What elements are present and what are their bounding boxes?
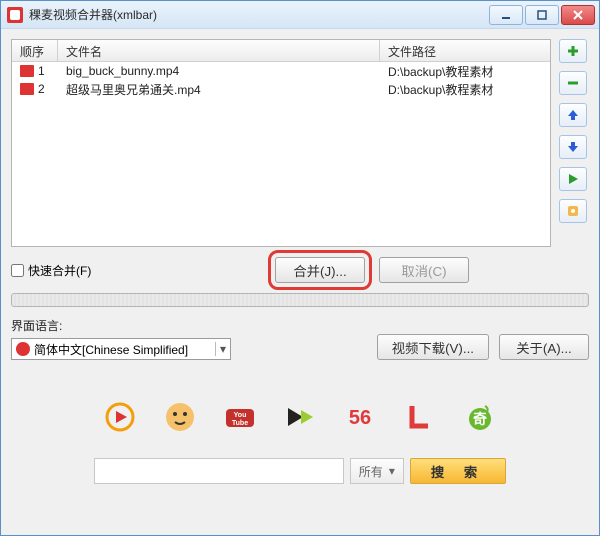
search-button[interactable]: 搜 索 (410, 458, 506, 484)
chevron-down-icon: ▾ (215, 342, 226, 356)
video-download-button[interactable]: 视频下载(V)... (377, 334, 489, 360)
svg-text:You: You (234, 412, 247, 419)
window-controls (489, 5, 595, 25)
column-name[interactable]: 文件名 (58, 40, 380, 61)
site-icon-generic-play[interactable] (103, 400, 137, 434)
settings-button[interactable] (559, 199, 587, 223)
move-up-button[interactable] (559, 103, 587, 127)
row-name: 超级马里奥兄弟通关.mp4 (58, 81, 380, 98)
app-window: 稞麦视频合并器(xmlbar) 顺序 文件名 文件路径 (0, 0, 600, 536)
move-down-button[interactable] (559, 135, 587, 159)
language-row: 界面语言: 简体中文[Chinese Simplified] ▾ 视频下载(V)… (11, 317, 589, 360)
client-area: 顺序 文件名 文件路径 1 big_buck_bunny.mp4 D:\back… (1, 29, 599, 535)
svg-text:奇: 奇 (473, 411, 487, 427)
row-name: big_buck_bunny.mp4 (58, 64, 380, 78)
language-select[interactable]: 简体中文[Chinese Simplified] ▾ (11, 338, 231, 360)
plus-icon (566, 44, 580, 58)
fast-merge-checkbox[interactable]: 快速合并(F) (11, 262, 261, 279)
merge-button[interactable]: 合并(J)... (275, 257, 365, 283)
play-button[interactable] (559, 167, 587, 191)
top-area: 顺序 文件名 文件路径 1 big_buck_bunny.mp4 D:\back… (11, 39, 589, 247)
window-title: 稞麦视频合并器(xmlbar) (29, 6, 489, 23)
table-row[interactable]: 1 big_buck_bunny.mp4 D:\backup\教程素材 (12, 62, 550, 80)
minus-icon (566, 76, 580, 90)
row-path: D:\backup\教程素材 (380, 81, 550, 98)
site-icon-letv[interactable] (403, 400, 437, 434)
flag-icon (16, 342, 30, 356)
video-file-icon (20, 83, 34, 95)
row-path: D:\backup\教程素材 (380, 63, 550, 80)
row-seq: 1 (38, 64, 45, 78)
add-button[interactable] (559, 39, 587, 63)
face-icon (163, 400, 197, 434)
progress-bar (11, 293, 589, 307)
close-icon (573, 10, 583, 20)
56-icon: 56 (343, 400, 377, 434)
language-label: 界面语言: (11, 317, 231, 334)
action-row: 快速合并(F) 合并(J)... 取消(C) (11, 257, 589, 283)
maximize-button[interactable] (525, 5, 559, 25)
minimize-icon (501, 10, 511, 20)
site-icon-face[interactable] (163, 400, 197, 434)
search-input[interactable] (94, 458, 344, 484)
column-seq[interactable]: 顺序 (12, 40, 58, 61)
file-list-body: 1 big_buck_bunny.mp4 D:\backup\教程素材 2 超级… (12, 62, 550, 246)
fast-merge-label: 快速合并(F) (28, 262, 91, 279)
center-buttons: 合并(J)... 取消(C) (275, 257, 589, 283)
remove-button[interactable] (559, 71, 587, 95)
svg-text:Tube: Tube (232, 420, 248, 427)
video-file-icon (20, 65, 34, 77)
language-value: 简体中文[Chinese Simplified] (34, 341, 211, 358)
search-filter-value: 所有 (359, 463, 383, 480)
sites-row: YouTube 56 奇 (11, 400, 589, 434)
side-toolbar (559, 39, 589, 247)
app-icon (7, 7, 23, 23)
chevron-down-icon: ▾ (389, 464, 395, 478)
youtube-icon: YouTube (223, 400, 257, 434)
search-filter-select[interactable]: 所有 ▾ (350, 458, 404, 484)
site-icon-iqiyi[interactable]: 奇 (463, 400, 497, 434)
row-seq: 2 (38, 82, 45, 96)
site-icon-arrow[interactable] (283, 400, 317, 434)
titlebar: 稞麦视频合并器(xmlbar) (1, 1, 599, 29)
site-icon-youtube[interactable]: YouTube (223, 400, 257, 434)
column-path[interactable]: 文件路径 (380, 40, 550, 61)
settings-icon (566, 204, 580, 218)
table-row[interactable]: 2 超级马里奥兄弟通关.mp4 D:\backup\教程素材 (12, 80, 550, 98)
play-icon (566, 172, 580, 186)
letv-icon (403, 400, 437, 434)
svg-text:56: 56 (349, 407, 371, 429)
file-list[interactable]: 顺序 文件名 文件路径 1 big_buck_bunny.mp4 D:\back… (11, 39, 551, 247)
fast-merge-input[interactable] (11, 264, 24, 277)
close-button[interactable] (561, 5, 595, 25)
arrow-up-icon (566, 108, 580, 122)
maximize-icon (537, 10, 547, 20)
play-circle-icon (103, 400, 137, 434)
arrow-down-icon (566, 140, 580, 154)
about-button[interactable]: 关于(A)... (499, 334, 589, 360)
search-row: 所有 ▾ 搜 索 (11, 458, 589, 484)
minimize-button[interactable] (489, 5, 523, 25)
site-icon-56[interactable]: 56 (343, 400, 377, 434)
cancel-button[interactable]: 取消(C) (379, 257, 469, 283)
file-list-header: 顺序 文件名 文件路径 (12, 40, 550, 62)
language-block: 界面语言: 简体中文[Chinese Simplified] ▾ (11, 317, 231, 360)
arrow-play-icon (283, 400, 317, 434)
iqiyi-icon: 奇 (463, 400, 497, 434)
